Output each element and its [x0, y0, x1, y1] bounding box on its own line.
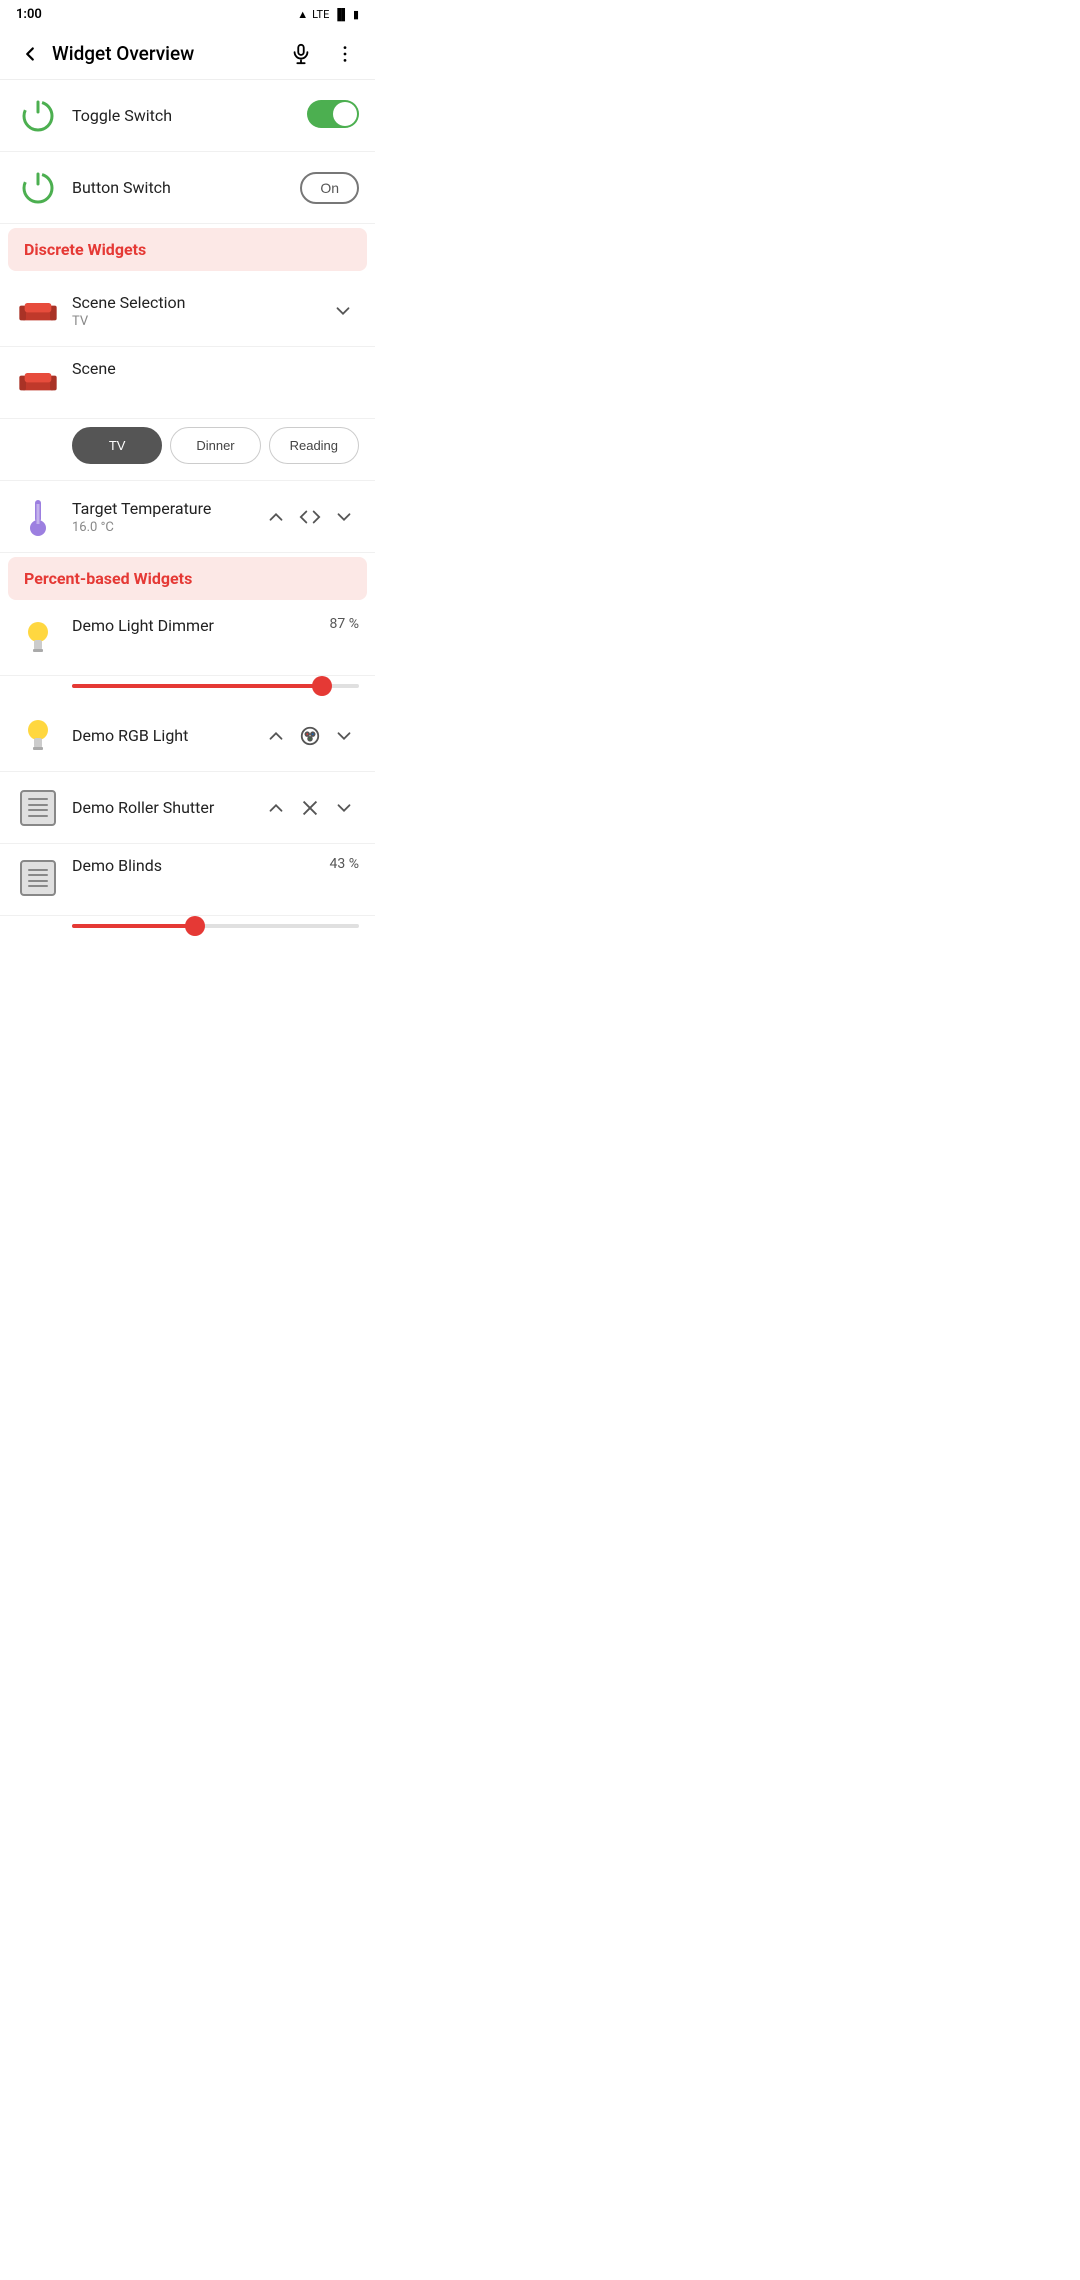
scene-selection-icon	[16, 289, 60, 333]
scene-reading-button[interactable]: Reading	[269, 427, 359, 464]
blinds-percent: 43 %	[330, 856, 359, 872]
toggle-switch-label: Toggle Switch	[72, 106, 299, 125]
status-time: 1:00	[16, 7, 42, 22]
scene-info: Scene	[72, 359, 359, 378]
scene-dinner-button[interactable]: Dinner	[170, 427, 260, 464]
blinds-slider-row[interactable]	[0, 916, 375, 940]
blinds-slider-thumb[interactable]	[185, 916, 205, 936]
light-dimmer-label: Demo Light Dimmer	[72, 616, 322, 635]
button-switch-label: Button Switch	[72, 178, 292, 197]
light-dimmer-slider-thumb[interactable]	[312, 676, 332, 696]
blinds-slider-track[interactable]	[72, 924, 359, 928]
percent-based-title: Percent-based Widgets	[24, 569, 192, 588]
roller-shutter-info: Demo Roller Shutter	[72, 798, 253, 817]
light-dimmer-percent-value: 87 %	[330, 616, 359, 632]
target-temperature-label: Target Temperature	[72, 499, 253, 518]
demo-roller-shutter-row: Demo Roller Shutter	[0, 772, 375, 844]
rgb-color-button[interactable]	[295, 721, 325, 751]
rgb-light-info: Demo RGB Light	[72, 726, 253, 745]
toggle-switch-info: Toggle Switch	[72, 106, 299, 125]
target-temperature-value: 16.0 °C	[72, 520, 253, 535]
blinds-slider-fill	[72, 924, 195, 928]
scene-selection-info: Scene Selection TV	[72, 293, 319, 329]
scene-tv-button[interactable]: TV	[72, 427, 162, 464]
shutter-stop-button[interactable]	[295, 793, 325, 823]
battery-icon: ▮	[353, 8, 359, 21]
light-dimmer-slider-fill	[72, 684, 322, 688]
light-dimmer-percent: 87 %	[330, 616, 359, 632]
demo-rgb-light-row: Demo RGB Light	[0, 700, 375, 772]
blinds-icon	[16, 856, 60, 900]
discrete-widgets-section-header: Discrete Widgets	[8, 228, 367, 271]
button-switch-control[interactable]: On	[300, 172, 359, 204]
demo-light-dimmer-row: Demo Light Dimmer 87 %	[0, 604, 375, 676]
rgb-light-label: Demo RGB Light	[72, 726, 253, 745]
shutter-down-button[interactable]	[329, 793, 359, 823]
button-switch-button[interactable]: On	[300, 172, 359, 204]
status-bar: 1:00 ▲ LTE ▐▌ ▮	[0, 0, 375, 28]
roller-shutter-label: Demo Roller Shutter	[72, 798, 253, 817]
scene-buttons-row: TV Dinner Reading	[0, 419, 375, 481]
scene-selection-dropdown[interactable]	[327, 295, 359, 327]
light-dimmer-info: Demo Light Dimmer	[72, 616, 322, 635]
blinds-label: Demo Blinds	[72, 856, 322, 875]
scene-icon	[16, 359, 60, 403]
toolbar: Widget Overview	[0, 28, 375, 80]
blinds-percent-value: 43 %	[330, 856, 359, 872]
rgb-light-icon	[16, 714, 60, 758]
microphone-button[interactable]	[283, 36, 319, 72]
button-switch-row: Button Switch On	[0, 152, 375, 224]
toggle-switch-row: Toggle Switch	[0, 80, 375, 152]
button-switch-info: Button Switch	[72, 178, 292, 197]
light-dimmer-slider-track[interactable]	[72, 684, 359, 688]
blinds-info: Demo Blinds	[72, 856, 322, 875]
target-temperature-info: Target Temperature 16.0 °C	[72, 499, 253, 535]
percent-based-section-header: Percent-based Widgets	[8, 557, 367, 600]
scene-label: Scene	[72, 359, 359, 378]
more-options-button[interactable]	[327, 36, 363, 72]
scene-selection-row: Scene Selection TV	[0, 275, 375, 347]
page-title: Widget Overview	[52, 42, 283, 65]
scene-row: Scene	[0, 347, 375, 419]
scene-selection-sublabel: TV	[72, 314, 319, 329]
back-button[interactable]	[12, 36, 48, 72]
scene-selection-label: Scene Selection	[72, 293, 319, 312]
toggle-switch-button[interactable]	[307, 100, 359, 128]
thermometer-icon	[16, 495, 60, 539]
roller-shutter-controls	[261, 793, 359, 823]
target-temperature-row: Target Temperature 16.0 °C	[0, 481, 375, 553]
light-dimmer-slider-row[interactable]	[0, 676, 375, 700]
wifi-icon: ▲	[297, 8, 308, 21]
rgb-light-controls	[261, 721, 359, 751]
demo-blinds-row: Demo Blinds 43 %	[0, 844, 375, 916]
light-dimmer-icon	[16, 616, 60, 660]
toggle-switch-control[interactable]	[307, 100, 359, 132]
temperature-controls	[261, 502, 359, 532]
temp-up-button[interactable]	[261, 502, 291, 532]
toggle-switch-icon	[16, 94, 60, 138]
shutter-up-button[interactable]	[261, 793, 291, 823]
toolbar-actions	[283, 36, 363, 72]
temp-code-button[interactable]	[295, 502, 325, 532]
status-icons: ▲ LTE ▐▌ ▮	[297, 8, 359, 21]
rgb-up-button[interactable]	[261, 721, 291, 751]
temp-down-button[interactable]	[329, 502, 359, 532]
content: Toggle Switch Button Switch On Discrete …	[0, 80, 375, 940]
lte-icon: LTE	[312, 8, 329, 21]
discrete-widgets-title: Discrete Widgets	[24, 240, 146, 259]
rgb-down-button[interactable]	[329, 721, 359, 751]
roller-shutter-icon	[16, 786, 60, 830]
button-switch-icon	[16, 166, 60, 210]
signal-icon: ▐▌	[333, 8, 349, 21]
